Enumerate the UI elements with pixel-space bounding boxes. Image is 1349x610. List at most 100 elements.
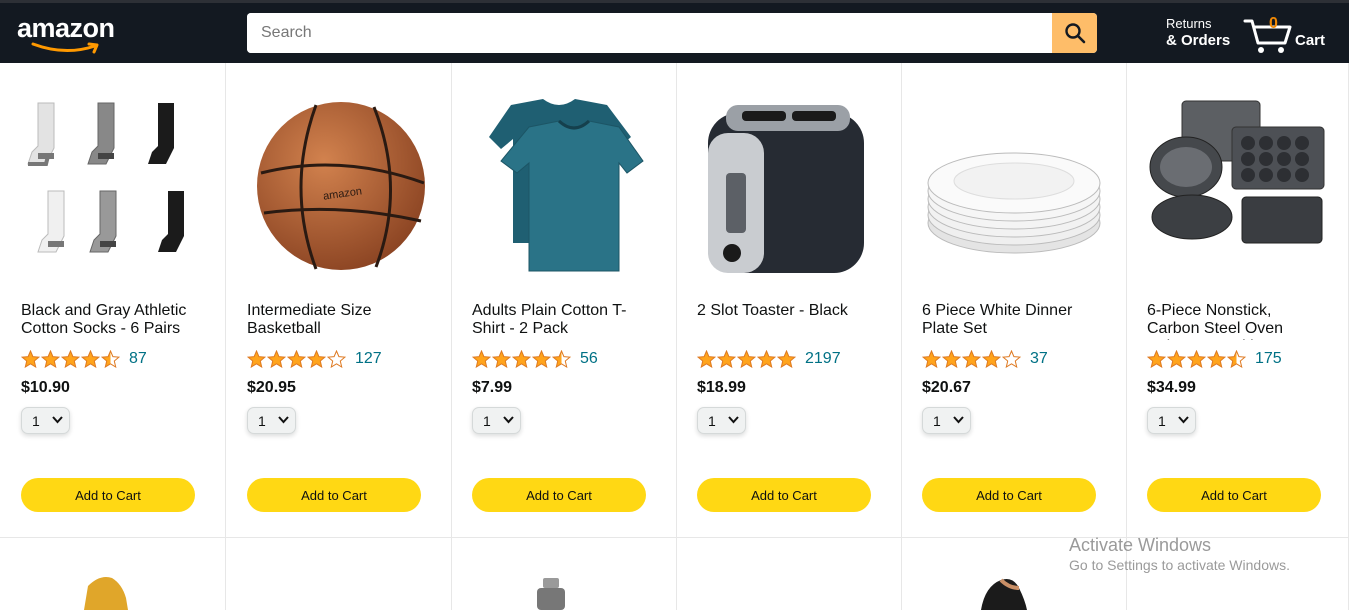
rating-count-link[interactable]: 175: [1255, 350, 1282, 368]
quantity-value: 1: [258, 412, 266, 429]
add-to-cart-button[interactable]: Add to Cart: [21, 478, 195, 512]
product-rating: 127: [247, 348, 382, 370]
product-card: 2 Slot Toaster - Black 2197 $18.99 1 Add…: [676, 63, 902, 538]
watermark-subtitle: Go to Settings to activate Windows.: [1069, 557, 1290, 573]
quantity-value: 1: [933, 412, 941, 429]
add-to-cart-button[interactable]: Add to Cart: [247, 478, 421, 512]
product-price: $20.95: [247, 379, 296, 396]
logo-text: amazon: [17, 13, 115, 43]
star-icon: [1187, 350, 1206, 368]
star-icon: [307, 350, 326, 368]
rating-count-link[interactable]: 37: [1030, 350, 1048, 368]
chevron-down-icon: [728, 416, 739, 424]
product-card-partial: [226, 538, 452, 610]
product-card: 6-Piece Nonstick, Carbon Steel Oven Bake…: [1126, 63, 1349, 538]
rating-count-link[interactable]: 127: [355, 350, 382, 368]
quantity-select[interactable]: 1: [247, 407, 296, 434]
product-card: 6 Piece White Dinner Plate Set 37 $20.67…: [901, 63, 1127, 538]
product-image-plates: [927, 152, 1101, 254]
product-card: amazon Intermediate Size Basketball 127 …: [226, 63, 452, 538]
product-name[interactable]: Adults Plain Cotton T-Shirt - 2 Pack: [472, 302, 652, 340]
product-image-socks: [27, 102, 184, 253]
star-icon: [492, 350, 511, 368]
star-icon: [472, 350, 491, 368]
star-icon: [1167, 350, 1186, 368]
product-image-tshirt: [489, 99, 644, 272]
search-input[interactable]: [247, 13, 1052, 53]
orders-label: & Orders: [1166, 32, 1231, 49]
quantity-select[interactable]: 1: [1147, 407, 1196, 434]
product-rating: 56: [472, 348, 598, 370]
quantity-select[interactable]: 1: [472, 407, 521, 434]
product-name[interactable]: 6 Piece White Dinner Plate Set: [922, 302, 1102, 340]
star-icon: [41, 350, 60, 368]
star-icon: [1207, 350, 1226, 368]
quantity-select[interactable]: 1: [922, 407, 971, 434]
product-rating: 37: [922, 348, 1048, 370]
cart-link[interactable]: 0 Cart: [1243, 15, 1333, 57]
star-icon: [21, 350, 40, 368]
product-name[interactable]: 2 Slot Toaster - Black: [697, 302, 877, 340]
product-image-hoodie: [84, 577, 128, 610]
rating-count-link[interactable]: 2197: [805, 350, 841, 368]
star-icon: [267, 350, 286, 368]
product-card-partial: [676, 538, 902, 610]
product-card-partial: [0, 538, 226, 610]
search-button[interactable]: [1052, 13, 1097, 53]
product-price: $7.99: [472, 379, 513, 396]
star-icon: [942, 350, 961, 368]
star-icon: [327, 350, 346, 368]
product-rating: 87: [21, 348, 147, 370]
star-rating-icon: [21, 350, 121, 368]
star-icon: [532, 350, 551, 368]
star-icon: [922, 350, 941, 368]
star-icon: [552, 350, 571, 368]
product-card-partial: [451, 538, 677, 610]
quantity-select[interactable]: 1: [697, 407, 746, 434]
star-icon: [1147, 350, 1166, 368]
product-name[interactable]: Intermediate Size Basketball: [247, 302, 427, 340]
add-to-cart-button[interactable]: Add to Cart: [1147, 478, 1321, 512]
add-to-cart-button[interactable]: Add to Cart: [922, 478, 1096, 512]
star-icon: [757, 350, 776, 368]
star-icon: [512, 350, 531, 368]
add-to-cart-button[interactable]: Add to Cart: [697, 478, 871, 512]
product-name[interactable]: Black and Gray Athletic Cotton Socks - 6…: [21, 302, 201, 340]
cart-icon: [1243, 19, 1292, 53]
logo-smile-arrow-icon: [31, 42, 99, 54]
returns-label: Returns: [1166, 16, 1212, 31]
product-name[interactable]: 6-Piece Nonstick, Carbon Steel Oven Bake…: [1147, 302, 1327, 340]
product-price: $20.67: [922, 379, 971, 396]
star-rating-icon: [247, 350, 347, 368]
star-rating-icon: [697, 350, 797, 368]
cart-count: 0: [1269, 15, 1278, 32]
quantity-value: 1: [483, 412, 491, 429]
product-card: Black and Gray Athletic Cotton Socks - 6…: [0, 63, 226, 538]
top-nav-bar: amazon Returns & Orders 0 Cart: [0, 0, 1349, 63]
star-icon: [777, 350, 796, 368]
star-icon: [287, 350, 306, 368]
star-icon: [737, 350, 756, 368]
chevron-down-icon: [953, 416, 964, 424]
amazon-logo[interactable]: amazon: [17, 13, 121, 54]
star-icon: [101, 350, 120, 368]
products-grid: Black and Gray Athletic Cotton Socks - 6…: [0, 63, 1349, 610]
product-image-toaster: [708, 105, 864, 273]
product-image-basketball: amazon: [257, 102, 425, 270]
star-icon: [247, 350, 266, 368]
add-to-cart-button[interactable]: Add to Cart: [472, 478, 646, 512]
windows-activation-watermark: Activate Windows Go to Settings to activ…: [1069, 534, 1290, 574]
chevron-down-icon: [278, 416, 289, 424]
quantity-select[interactable]: 1: [21, 407, 70, 434]
returns-orders-link[interactable]: Returns & Orders: [1166, 16, 1230, 49]
star-icon: [1002, 350, 1021, 368]
star-icon: [61, 350, 80, 368]
product-rating: 2197: [697, 348, 841, 370]
rating-count-link[interactable]: 56: [580, 350, 598, 368]
quantity-value: 1: [708, 412, 716, 429]
product-price: $34.99: [1147, 379, 1196, 396]
rating-count-link[interactable]: 87: [129, 350, 147, 368]
search-icon: [1064, 23, 1085, 44]
star-rating-icon: [922, 350, 1022, 368]
star-icon: [81, 350, 100, 368]
